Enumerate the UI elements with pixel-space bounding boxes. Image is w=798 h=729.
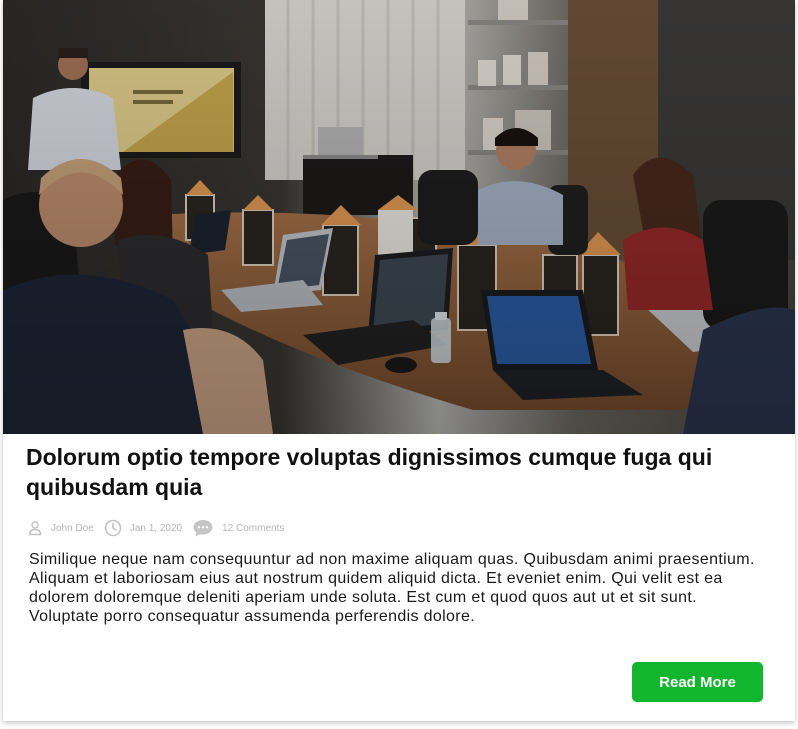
post-featured-image [3, 0, 795, 434]
post-date: Jan 1, 2020 [104, 519, 182, 537]
date-text: Jan 1, 2020 [129, 522, 183, 534]
clock-icon [104, 519, 122, 537]
post-title[interactable]: Dolorum optio tempore voluptas dignissim… [26, 442, 776, 502]
read-more-button[interactable]: Read More [632, 662, 763, 702]
user-icon [27, 520, 43, 536]
chat-bubble-icon [192, 518, 214, 538]
author-name: John Doe [51, 522, 94, 534]
post-meta: John Doe Jan 1, 2020 12 Comments [27, 517, 284, 539]
post-comments[interactable]: 12 Comments [192, 518, 284, 538]
comments-count: 12 Comments [222, 522, 285, 534]
post-author[interactable]: John Doe [27, 520, 94, 536]
blog-post-card: Dolorum optio tempore voluptas dignissim… [3, 0, 795, 721]
post-excerpt: Similique neque nam consequuntur ad non … [29, 551, 755, 625]
meeting-photo [3, 0, 795, 434]
